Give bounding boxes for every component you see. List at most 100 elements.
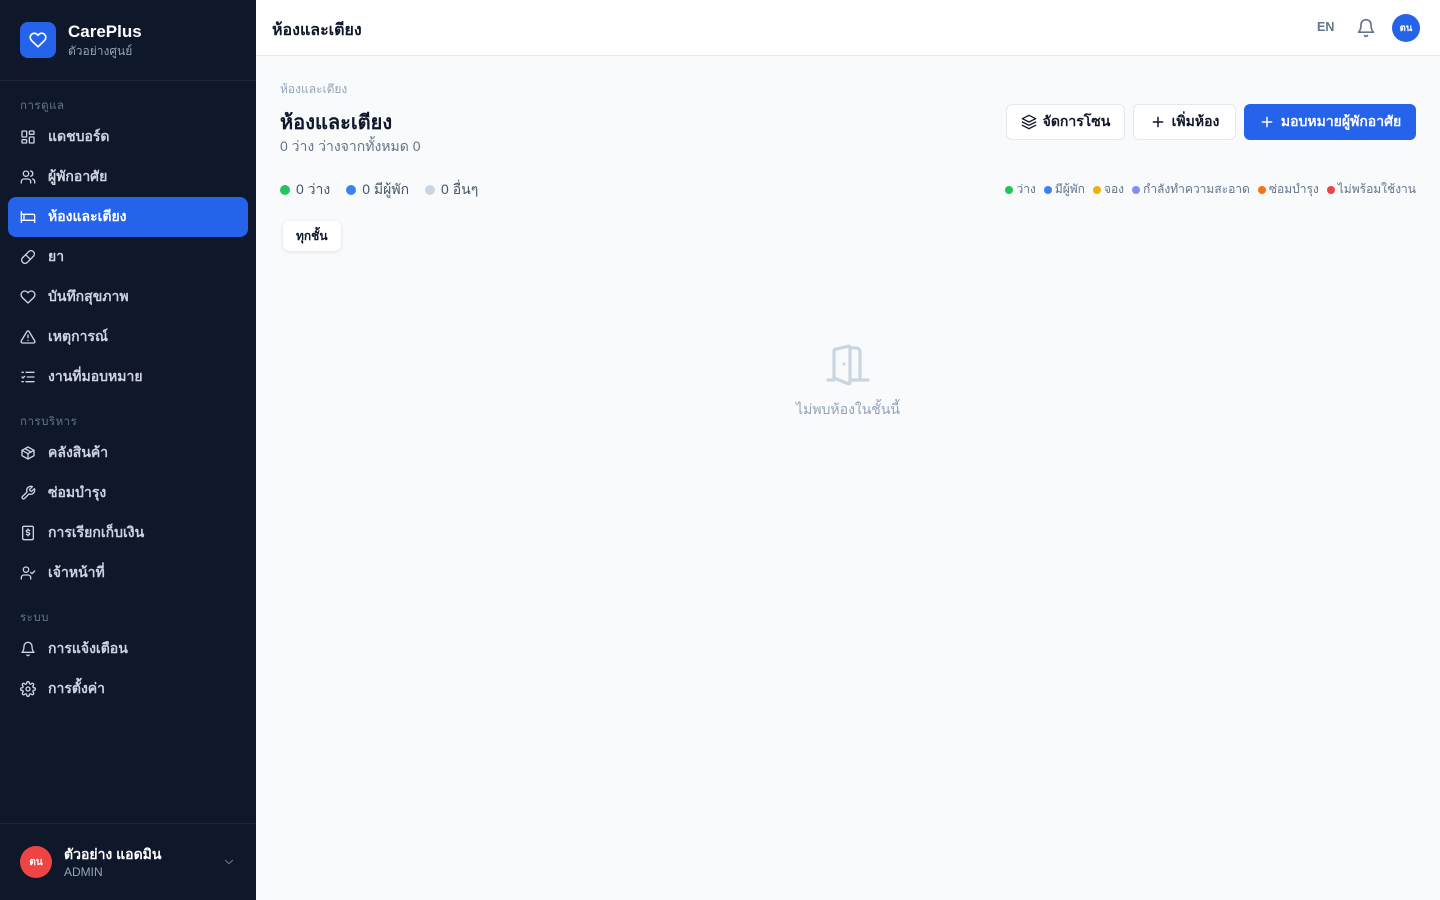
stat-label: 0 อื่นๆ <box>441 181 479 197</box>
add-room-button[interactable]: เพิ่มห้อง <box>1133 104 1236 140</box>
heart-icon <box>20 290 36 304</box>
legend-label: ว่าง <box>1016 182 1036 196</box>
wrench-icon <box>21 485 36 500</box>
sidebar-item-staff[interactable]: เจ้าหน้าที่ <box>8 553 248 593</box>
legend-dot <box>1132 185 1141 194</box>
manage-zones-label: จัดการโซน <box>1042 113 1111 129</box>
sidebar-item-label: การแจ้งเตือน <box>48 640 128 656</box>
legend-dot <box>1326 185 1335 194</box>
legend-label: จอง <box>1103 182 1125 196</box>
legend-dot <box>1005 185 1014 194</box>
page-header-title: ห้องและเตียง <box>272 22 362 39</box>
legend-label: กำลังทำความสะอาด <box>1143 182 1250 196</box>
pill-icon <box>21 250 35 264</box>
legend-item: ไม่พร้อมใช้งาน <box>1326 180 1416 199</box>
sidebar-item-label: ห้องและเตียง <box>48 208 127 224</box>
legend-label: ซ่อมบำรุง <box>1268 182 1319 196</box>
page-title: ห้องและเตียง <box>280 112 393 134</box>
nav-section-management: การบริหาร <box>20 416 78 428</box>
user-menu[interactable]: ตน ตัวอย่าง แอดมิน ADMIN <box>0 823 256 900</box>
billing-icon <box>22 525 34 541</box>
nav-section-care: การดูแล <box>20 100 65 112</box>
legend-label: ไม่พร้อมใช้งาน <box>1337 182 1416 196</box>
user-role: ADMIN <box>64 864 103 879</box>
bell-icon <box>21 641 35 657</box>
breadcrumb[interactable]: ห้องและเตียง <box>280 80 347 99</box>
status-dot <box>280 185 290 195</box>
users-icon <box>20 170 36 184</box>
stat-other: 0 อื่นๆ <box>425 179 478 201</box>
avatar: ตน <box>20 846 52 878</box>
stat-available: 0 ว่าง <box>280 179 330 201</box>
plus-icon <box>1152 116 1164 128</box>
add-room-label: เพิ่มห้อง <box>1171 113 1220 129</box>
bed-icon <box>20 211 36 223</box>
sidebar-item-label: ยา <box>48 248 65 264</box>
empty-state-text: ไม่พบห้องในชั้นนี้ <box>796 401 900 417</box>
sidebar-item-label: คลังสินค้า <box>48 444 109 460</box>
assign-resident-button[interactable]: มอบหมายผู้พักอาศัย <box>1244 104 1416 140</box>
sidebar-item-billing[interactable]: การเรียกเก็บเงิน <box>8 513 248 553</box>
legend-dot <box>1092 185 1101 194</box>
floor-filter-all[interactable]: ทุกชั้น <box>283 221 341 251</box>
legend-item: มีผู้พัก <box>1043 180 1085 199</box>
bell-icon[interactable] <box>1356 18 1376 38</box>
sidebar-item-dashboard[interactable]: แดชบอร์ด <box>8 117 248 157</box>
occupancy-stats: 0 ว่าง 0 มีผู้พัก 0 อื่นๆ <box>280 179 494 201</box>
sidebar-item-rooms-beds[interactable]: ห้องและเตียง <box>8 197 248 237</box>
staff-icon <box>20 566 36 580</box>
sidebar-item-tasks[interactable]: งานที่มอบหมาย <box>8 357 248 397</box>
warning-icon <box>20 330 36 344</box>
sidebar-item-label: ผู้พักอาศัย <box>48 168 108 184</box>
sidebar-item-maintenance[interactable]: ซ่อมบำรุง <box>8 473 248 513</box>
user-name: ตัวอย่าง แอดมิน <box>64 845 162 862</box>
stat-occupied: 0 มีผู้พัก <box>346 179 409 201</box>
sidebar-item-settings[interactable]: การตั้งค่า <box>8 669 248 709</box>
empty-state: ไม่พบห้องในชั้นนี้ <box>748 340 948 421</box>
sidebar-item-label: การเรียกเก็บเงิน <box>48 524 145 540</box>
tasks-icon <box>21 371 35 383</box>
legend-dot <box>1257 185 1266 194</box>
sidebar-item-health-records[interactable]: บันทึกสุขภาพ <box>8 277 248 317</box>
sidebar-item-label: แดชบอร์ด <box>48 128 110 144</box>
legend-dot <box>1043 185 1052 194</box>
sidebar-item-label: บันทึกสุขภาพ <box>48 288 129 304</box>
sidebar-item-inventory[interactable]: คลังสินค้า <box>8 433 248 473</box>
sidebar-item-label: เหตุการณ์ <box>48 328 108 344</box>
sidebar-item-residents[interactable]: ผู้พักอาศัย <box>8 157 248 197</box>
sidebar-item-notifications[interactable]: การแจ้งเตือน <box>8 629 248 669</box>
legend-item: กำลังทำความสะอาด <box>1132 180 1250 199</box>
stat-label: 0 มีผู้พัก <box>362 181 410 197</box>
assign-resident-label: มอบหมายผู้พักอาศัย <box>1280 113 1402 129</box>
status-dot <box>425 185 436 195</box>
nav-section-system: ระบบ <box>20 612 49 624</box>
package-icon <box>21 446 35 460</box>
chevron-down-icon[interactable] <box>222 855 236 869</box>
dashboard-icon <box>21 130 35 144</box>
heart-logo-icon <box>20 22 56 58</box>
door-icon <box>826 344 870 386</box>
legend-item: ซ่อมบำรุง <box>1257 180 1319 199</box>
sidebar-item-label: การตั้งค่า <box>48 680 106 696</box>
legend-item: จอง <box>1092 180 1125 199</box>
top-bar: ห้องและเตียง EN ตน <box>256 0 1440 56</box>
page-subtitle: 0 ว่าง ว่างจากทั้งหมด 0 <box>280 138 421 154</box>
stat-label: 0 ว่าง <box>296 181 331 197</box>
brand-name: CarePlus <box>68 21 142 41</box>
sidebar-item-label: เจ้าหน้าที่ <box>48 564 105 580</box>
plus-icon <box>1261 116 1273 128</box>
manage-zones-button[interactable]: จัดการโซน <box>1006 104 1125 140</box>
status-dot <box>346 185 357 195</box>
avatar[interactable]: ตน <box>1392 14 1420 42</box>
sidebar-item-incidents[interactable]: เหตุการณ์ <box>8 317 248 357</box>
language-toggle[interactable]: EN <box>1317 20 1334 34</box>
gear-icon <box>20 681 36 697</box>
legend-label: มีผู้พัก <box>1054 182 1085 196</box>
sidebar: CarePlus ตัวอย่างศูนย์ การดูแล แดชบอร์ด … <box>0 0 256 900</box>
sidebar-item-label: ซ่อมบำรุง <box>48 484 107 500</box>
brand-subtitle: ตัวอย่างศูนย์ <box>68 43 133 58</box>
brand: CarePlus ตัวอย่างศูนย์ <box>0 0 256 81</box>
layers-icon <box>1021 114 1036 130</box>
status-legend: ว่าง มีผู้พัก จอง กำลังทำความสะอาด ซ่อมบ… <box>997 180 1416 199</box>
sidebar-item-medication[interactable]: ยา <box>8 237 248 277</box>
